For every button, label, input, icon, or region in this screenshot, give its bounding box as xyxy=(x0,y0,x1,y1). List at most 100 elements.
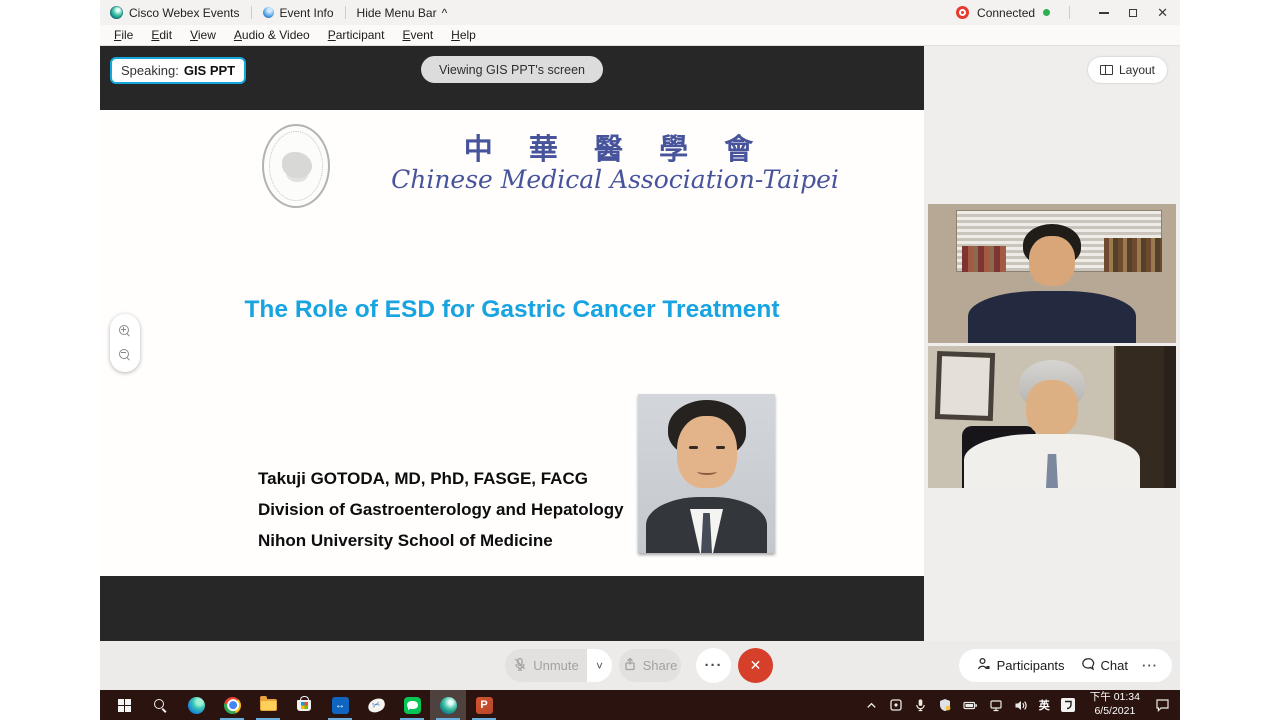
taskbar-chrome[interactable] xyxy=(214,690,250,720)
powerpoint-icon: P xyxy=(476,697,493,714)
taskbar-store[interactable] xyxy=(286,690,322,720)
teamviewer-icon: ↔ xyxy=(332,697,349,714)
taskbar-search-button[interactable] xyxy=(142,690,178,720)
windows-taskbar: ↔ ✂ P 英 xyxy=(100,690,1180,720)
windows-logo-icon xyxy=(118,699,131,712)
restore-button[interactable] xyxy=(1129,9,1137,17)
teamviewer-tray-icon[interactable] xyxy=(889,698,903,712)
event-info-button[interactable]: Event Info xyxy=(280,6,334,20)
microsoft-store-icon xyxy=(297,700,311,711)
webex-icon xyxy=(440,697,457,714)
minimize-button[interactable] xyxy=(1099,12,1109,14)
language-indicator[interactable]: 英 xyxy=(1039,697,1050,713)
menu-edit[interactable]: Edit xyxy=(142,26,181,44)
chevron-down-icon: ˅ xyxy=(596,659,603,673)
taskbar-edge[interactable] xyxy=(178,690,214,720)
start-button[interactable] xyxy=(106,690,142,720)
org-name-chinese: 中 華 醫 學 會 xyxy=(380,126,850,168)
clock-time: 下午 01:34 xyxy=(1090,691,1140,703)
chevron-up-icon: ^ xyxy=(442,6,448,20)
speaker-photo xyxy=(638,394,775,553)
close-button[interactable]: ✕ xyxy=(1157,6,1168,19)
speaking-indicator-badge: Speaking: GIS PPT xyxy=(110,57,246,84)
participants-button[interactable]: Participants xyxy=(973,657,1069,674)
titlebar-divider xyxy=(1069,6,1070,19)
shared-screen-stage: Speaking: GIS PPT Viewing GIS PPT's scre… xyxy=(100,46,924,641)
share-icon xyxy=(623,657,637,674)
system-tray: 英 下午 01:34 6/5/2021 xyxy=(865,691,1180,718)
menu-view[interactable]: View xyxy=(181,26,225,44)
window-title: Cisco Webex Events xyxy=(129,6,240,20)
slide-title: The Role of ESD for Gastric Cancer Treat… xyxy=(100,296,924,324)
org-name-english: Chinese Medical Association-Taipei xyxy=(380,165,850,194)
participant-video-2[interactable] xyxy=(928,346,1176,488)
zoom-out-button[interactable] xyxy=(119,349,131,361)
chrome-icon xyxy=(222,695,243,716)
taskbar-powerpoint[interactable]: P xyxy=(466,690,502,720)
chat-button[interactable]: Chat xyxy=(1077,657,1132,674)
layout-grid-icon xyxy=(1100,65,1113,75)
participants-icon xyxy=(977,657,991,674)
cma-emblem-logo xyxy=(262,124,330,208)
layout-button[interactable]: Layout xyxy=(1088,57,1167,83)
hide-menu-bar-button[interactable]: Hide Menu Bar ^ xyxy=(357,6,448,20)
search-icon xyxy=(153,698,167,712)
taskbar-teamviewer[interactable]: ↔ xyxy=(322,690,358,720)
video-panel: Layout xyxy=(924,46,1180,641)
speaker-name-line: Takuji GOTODA, MD, PhD, FASGE, FACG xyxy=(258,469,588,489)
more-options-button[interactable]: ··· xyxy=(696,648,731,683)
zoom-in-button[interactable] xyxy=(119,325,131,337)
taskbar-snipping-tool[interactable]: ✂ xyxy=(358,690,394,720)
viewing-screen-banner: Viewing GIS PPT's screen xyxy=(421,56,603,83)
connection-status: Connected xyxy=(977,6,1035,20)
ime-mode-icon[interactable] xyxy=(1061,698,1075,712)
participant-video-1[interactable] xyxy=(928,204,1176,343)
event-info-icon xyxy=(263,7,274,18)
more-panels-button[interactable]: ··· xyxy=(1140,658,1158,673)
meeting-control-bar: Unmute ˅ Share ··· ✕ xyxy=(100,641,1180,690)
zoom-control-panel xyxy=(110,314,140,372)
webex-logo-icon xyxy=(110,6,123,19)
file-explorer-icon xyxy=(260,699,277,711)
taskbar-line[interactable] xyxy=(394,690,430,720)
tray-show-hidden-icons[interactable] xyxy=(865,699,878,712)
picture-frame-decor xyxy=(935,351,995,421)
menu-file[interactable]: File xyxy=(105,26,142,44)
edge-icon xyxy=(188,697,205,714)
unmute-split-button: Unmute ˅ xyxy=(505,649,612,682)
menu-event[interactable]: Event xyxy=(393,26,442,44)
network-tray-icon[interactable] xyxy=(989,699,1003,712)
mic-muted-icon xyxy=(513,657,527,674)
panel-toggle-group: Participants Chat ··· xyxy=(959,649,1172,682)
taskbar-clock[interactable]: 下午 01:34 6/5/2021 xyxy=(1086,691,1144,718)
snipping-tool-icon: ✂ xyxy=(366,697,386,714)
speaker-tray-icon[interactable] xyxy=(1014,699,1028,712)
menu-participant[interactable]: Participant xyxy=(319,26,394,44)
unmute-button[interactable]: Unmute xyxy=(505,649,587,682)
clock-date: 6/5/2021 xyxy=(1094,705,1135,717)
battery-tray-icon[interactable] xyxy=(963,699,978,712)
line-app-icon xyxy=(404,697,421,714)
window-titlebar: Cisco Webex Events Event Info Hide Menu … xyxy=(100,0,1180,25)
presentation-slide: 中 華 醫 學 會 Chinese Medical Association-Ta… xyxy=(100,110,924,576)
taskbar-webex-active[interactable] xyxy=(430,690,466,720)
menu-audio-video[interactable]: Audio & Video xyxy=(225,26,319,44)
speaker-dept-line: Division of Gastroenterology and Hepatol… xyxy=(258,500,624,520)
screenshot-canvas: Cisco Webex Events Event Info Hide Menu … xyxy=(0,0,1280,720)
microphone-tray-icon[interactable] xyxy=(914,698,927,712)
menu-help[interactable]: Help xyxy=(442,26,485,44)
titlebar-divider xyxy=(345,6,346,19)
connected-green-dot-icon xyxy=(1043,9,1050,16)
leave-event-button[interactable]: ✕ xyxy=(738,648,773,683)
unmute-options-button[interactable]: ˅ xyxy=(587,649,612,682)
speaker-school-line: Nihon University School of Medicine xyxy=(258,531,553,551)
menu-bar: File Edit View Audio & Video Participant… xyxy=(100,25,1180,46)
share-button[interactable]: Share xyxy=(619,649,681,682)
chat-bubble-icon xyxy=(1081,657,1095,674)
speaking-name: GIS PPT xyxy=(184,63,235,78)
titlebar-divider xyxy=(251,6,252,19)
recording-indicator-icon xyxy=(956,6,969,19)
action-center-icon[interactable] xyxy=(1155,698,1170,712)
security-shield-tray-icon[interactable] xyxy=(938,698,952,712)
taskbar-file-explorer[interactable] xyxy=(250,690,286,720)
